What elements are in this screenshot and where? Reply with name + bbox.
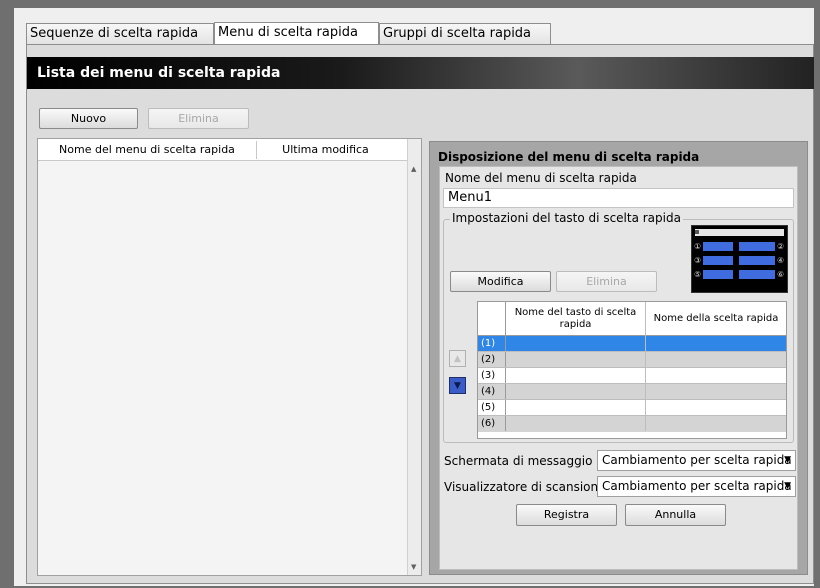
preview-key-2	[739, 242, 775, 251]
preview-key-number: ③	[694, 256, 702, 265]
key-table-header: Nome del tasto di scelta rapida Nome del…	[478, 302, 786, 336]
chevron-down-icon: ▼	[784, 455, 791, 465]
new-button[interactable]: Nuovo	[39, 108, 138, 129]
table-row[interactable]: (1)	[478, 336, 786, 352]
key-assignment-table: Nome del tasto di scelta rapida Nome del…	[477, 301, 787, 439]
key-layout-preview: ① ② ③ ④ ⑤ ⑥	[691, 225, 788, 293]
row-number: (3)	[478, 368, 506, 383]
column-key-name[interactable]: Nome del tasto di scelta rapida	[506, 302, 646, 336]
table-row[interactable]: (4)	[478, 384, 786, 400]
table-row[interactable]: (6)	[478, 416, 786, 432]
menu-name-label: Nome del menu di scelta rapida	[445, 171, 637, 185]
preview-key-4	[739, 256, 775, 265]
table-row[interactable]: (3)	[478, 368, 786, 384]
table-row[interactable]: (2)	[478, 352, 786, 368]
move-down-button[interactable]: ▼	[449, 377, 466, 394]
move-up-button[interactable]: ▲	[449, 350, 466, 367]
edit-key-button[interactable]: Modifica	[450, 271, 551, 292]
tab-gruppi[interactable]: Gruppi di scelta rapida	[379, 23, 551, 45]
preview-key-number: ⑤	[694, 270, 702, 279]
preview-key-5	[703, 270, 733, 279]
scroll-up-arrow-icon[interactable]: ▲	[411, 165, 416, 173]
scan-viewer-select[interactable]: Cambiamento per scelta rapida ▼	[597, 476, 796, 497]
cancel-button[interactable]: Annulla	[625, 504, 726, 526]
scroll-down-arrow-icon[interactable]: ▼	[411, 563, 416, 571]
preview-key-number: ①	[694, 242, 702, 251]
list-scrollbar[interactable]: ▲ ▼	[407, 139, 421, 575]
row-number: (2)	[478, 352, 506, 367]
menu-list[interactable]: Nome del menu di scelta rapida Ultima mo…	[37, 138, 422, 576]
delete-key-button[interactable]: Elimina	[556, 271, 657, 292]
preview-key-number: ②	[777, 242, 785, 251]
key-name-cell[interactable]	[506, 336, 646, 351]
row-number-header	[478, 302, 506, 336]
preview-key-6	[739, 270, 775, 279]
arrow-up-icon: ▲	[454, 353, 461, 364]
arrow-down-icon: ▼	[454, 380, 461, 391]
key-name-cell[interactable]	[506, 352, 646, 367]
save-button[interactable]: Registra	[516, 504, 617, 526]
row-number: (1)	[478, 336, 506, 351]
key-name-cell[interactable]	[506, 384, 646, 399]
key-name-cell[interactable]	[506, 400, 646, 415]
key-settings-group: Impostazioni del tasto di scelta rapida …	[443, 211, 794, 443]
scan-viewer-value: Cambiamento per scelta rapida	[602, 479, 792, 493]
menu-list-header: Nome del menu di scelta rapida Ultima mo…	[38, 139, 408, 161]
message-screen-label: Schermata di messaggio	[444, 454, 593, 468]
tab-menu[interactable]: Menu di scelta rapida	[214, 22, 379, 46]
row-number: (4)	[478, 384, 506, 399]
app-window: Sequenze di scelta rapida Menu di scelta…	[14, 8, 814, 586]
column-shortcut-name[interactable]: Nome della scelta rapida	[646, 302, 786, 336]
table-row[interactable]: (5)	[478, 400, 786, 416]
key-name-cell[interactable]	[506, 368, 646, 383]
menu-layout-panel: Disposizione del menu di scelta rapida N…	[429, 141, 808, 575]
layout-panel-title: Disposizione del menu di scelta rapida	[438, 150, 700, 164]
column-last-modified[interactable]: Ultima modifica	[257, 139, 394, 161]
menu-name-field[interactable]: Menu1	[443, 188, 794, 208]
key-settings-legend: Impostazioni del tasto di scelta rapida	[450, 211, 683, 225]
preview-key-number: ⑥	[777, 270, 785, 279]
layout-panel-body: Nome del menu di scelta rapida Menu1 Imp…	[439, 166, 798, 570]
message-screen-value: Cambiamento per scelta rapida	[602, 453, 792, 467]
preview-key-3	[703, 256, 733, 265]
row-number: (6)	[478, 416, 506, 431]
page-title: Lista dei menu di scelta rapida	[27, 57, 814, 89]
preview-key-number: ④	[777, 256, 785, 265]
preview-key-1	[703, 242, 733, 251]
delete-menu-button[interactable]: Elimina	[148, 108, 249, 129]
preview-header-bar	[695, 229, 784, 236]
chevron-down-icon: ▼	[784, 481, 791, 491]
key-name-cell[interactable]	[506, 416, 646, 431]
preview-header-icon	[695, 230, 699, 234]
scan-viewer-label: Visualizzatore di scansione	[444, 480, 606, 494]
message-screen-select[interactable]: Cambiamento per scelta rapida ▼	[597, 450, 796, 471]
row-number: (5)	[478, 400, 506, 415]
tab-content: Lista dei menu di scelta rapida Nuovo El…	[26, 44, 814, 584]
tab-sequenze[interactable]: Sequenze di scelta rapida	[26, 23, 214, 45]
column-menu-name[interactable]: Nome del menu di scelta rapida	[38, 139, 256, 161]
